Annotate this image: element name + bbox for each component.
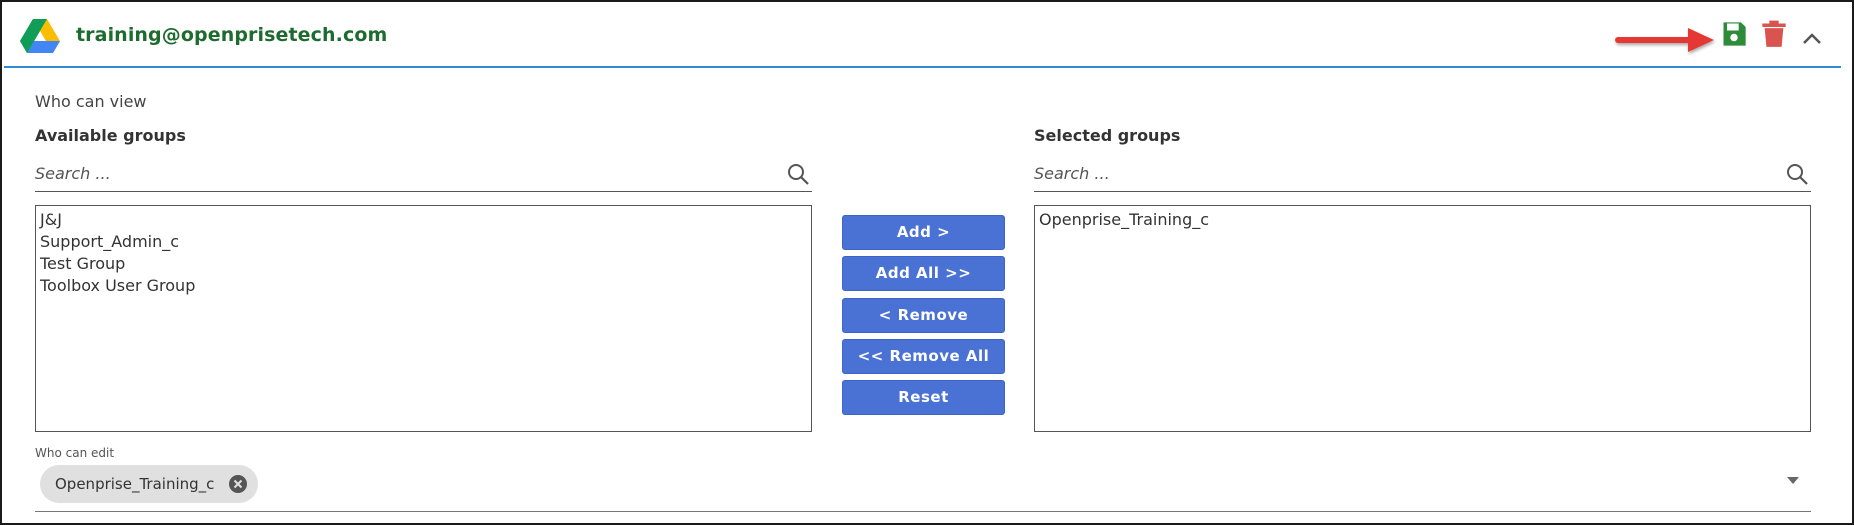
search-icon[interactable]	[1785, 162, 1809, 186]
google-drive-icon	[20, 19, 60, 53]
remove-button[interactable]: < Remove	[842, 298, 1005, 333]
who-can-edit-label: Who can edit	[35, 446, 115, 460]
who-can-edit-select[interactable]: Openprise_Training_c	[35, 462, 1811, 512]
available-groups-heading: Available groups	[35, 126, 186, 145]
list-item[interactable]: Support_Admin_c	[40, 231, 807, 253]
group-chip: Openprise_Training_c	[40, 465, 259, 503]
panel-frame: training@openprisetech.com Who can view …	[0, 0, 1854, 525]
annotation-arrow-icon	[1615, 28, 1714, 52]
selected-groups-heading: Selected groups	[1034, 126, 1181, 145]
chevron-down-icon[interactable]	[1785, 474, 1801, 486]
available-search-field	[35, 156, 812, 192]
remove-all-button[interactable]: << Remove All	[842, 339, 1005, 374]
chip-label: Openprise_Training_c	[55, 475, 215, 493]
save-icon[interactable]	[1720, 20, 1748, 48]
account-title: training@openprisetech.com	[76, 24, 388, 46]
search-icon[interactable]	[786, 162, 810, 186]
available-groups-list[interactable]: J&J Support_Admin_c Test Group Toolbox U…	[35, 205, 812, 432]
close-icon[interactable]	[228, 474, 248, 494]
add-button[interactable]: Add >	[842, 215, 1005, 250]
list-item[interactable]: Openprise_Training_c	[1039, 209, 1806, 231]
trash-icon[interactable]	[1761, 20, 1787, 48]
list-item[interactable]: J&J	[40, 209, 807, 231]
list-item[interactable]: Toolbox User Group	[40, 275, 807, 297]
available-search-input[interactable]	[35, 156, 812, 190]
selected-groups-list[interactable]: Openprise_Training_c	[1034, 205, 1811, 432]
reset-button[interactable]: Reset	[842, 380, 1005, 415]
selected-search-input[interactable]	[1034, 156, 1811, 190]
who-can-view-label: Who can view	[35, 92, 147, 111]
selected-search-field	[1034, 156, 1811, 192]
list-item[interactable]: Test Group	[40, 253, 807, 275]
add-all-button[interactable]: Add All >>	[842, 256, 1005, 291]
chevron-up-icon[interactable]	[1800, 28, 1824, 48]
panel-header: training@openprisetech.com	[4, 4, 1841, 68]
